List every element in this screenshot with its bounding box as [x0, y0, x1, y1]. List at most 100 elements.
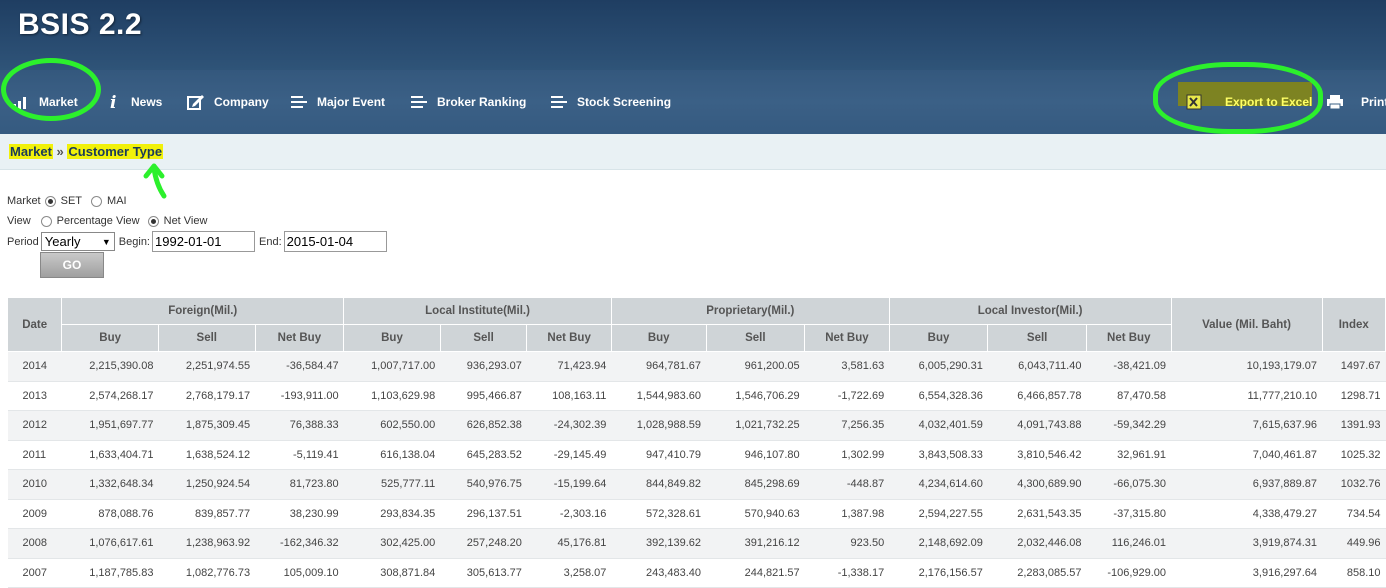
nav-news-label: News [131, 95, 163, 109]
foreign-sell-header[interactable]: Sell [157, 324, 256, 352]
table-cell: 839,857.77 [158, 499, 256, 529]
investor-sell-header[interactable]: Sell [987, 324, 1087, 352]
investor-buy-header[interactable]: Buy [888, 324, 989, 352]
index-header[interactable]: Index [1321, 297, 1386, 352]
table-cell: 244,821.57 [706, 558, 805, 588]
app-banner: BSIS 2.2 [0, 0, 1386, 70]
table-row[interactable]: 2012 1,951,697.77 1,875,309.45 76,388.33 602… [7, 410, 1386, 441]
end-date-input[interactable]: 2015-01-04 [283, 231, 387, 252]
customer-type-table: Date Foreign(Mil.) Local Institute(Mil.)… [6, 297, 1386, 588]
nav-broker-ranking-label: Broker Ranking [437, 95, 527, 109]
value-header[interactable]: Value (Mil. Baht) [1170, 297, 1323, 352]
nav-company-label: Company [214, 95, 269, 109]
table-row[interactable]: 2008 1,076,617.61 1,238,963.92 -162,346.32 3… [7, 528, 1386, 559]
table-cell: 2,251,974.55 [158, 351, 256, 382]
local-institute-group-header: Local Institute(Mil.) [343, 297, 612, 325]
nav-news[interactable]: i News [108, 70, 162, 134]
table-cell: 878,088.76 [61, 499, 159, 529]
table-cell: 1,187,785.83 [61, 558, 159, 588]
nav-major-event[interactable]: Major Event [290, 70, 385, 134]
table-cell: 257,248.20 [440, 528, 527, 559]
table-cell: 1,387.98 [804, 499, 890, 529]
table-cell: 392,139.62 [611, 528, 707, 559]
market-radio-set[interactable] [44, 195, 56, 207]
breadcrumb-bar [0, 134, 1386, 170]
table-cell: 1,007,717.00 [343, 351, 441, 382]
table-cell: 305,613.77 [440, 558, 527, 588]
table-cell: 3,258.07 [526, 558, 612, 588]
nav-broker-ranking[interactable]: Broker Ranking [410, 70, 526, 134]
investor-netbuy-header[interactable]: Net Buy [1085, 324, 1172, 352]
begin-date-input[interactable]: 1992-01-01 [152, 231, 255, 252]
table-cell: 2,148,692.09 [889, 528, 988, 559]
market-radio-mai[interactable] [91, 195, 103, 207]
date-cell: 2012 [7, 410, 62, 441]
date-cell: 2013 [7, 381, 62, 411]
table-cell: 3,581.63 [804, 351, 890, 382]
table-cell: 449.96 [1322, 528, 1386, 559]
table-cell: 6,937,889.87 [1171, 469, 1323, 500]
dropdown-arrow-icon: ▼ [101, 236, 111, 247]
proprietary-sell-header[interactable]: Sell [705, 324, 806, 352]
list-icon [411, 96, 427, 108]
table-cell: -2,303.16 [526, 499, 612, 529]
table-row[interactable]: 2013 2,574,268.17 2,768,179.17 -193,911.00 1… [7, 381, 1386, 411]
table-cell: 734.54 [1322, 499, 1386, 529]
table-body: 2014 2,215,390.08 2,251,974.55 -36,584.47 1,… [7, 351, 1386, 588]
table-cell: 540,976.75 [440, 469, 527, 500]
table-cell: 4,300,689.90 [987, 469, 1087, 500]
view-radio-percentage[interactable] [40, 215, 52, 227]
view-radio-net[interactable] [147, 215, 159, 227]
table-cell: 1,546,706.29 [706, 381, 805, 411]
view-option-net: Net View [163, 215, 208, 227]
table-cell: 2,768,179.17 [158, 381, 256, 411]
table-cell: 1,638,524.12 [158, 440, 256, 470]
table-cell: -24,302.39 [526, 410, 612, 441]
proprietary-buy-header[interactable]: Buy [610, 324, 707, 352]
table-cell: 1,103,629.98 [343, 381, 441, 411]
date-header[interactable]: Date [6, 297, 63, 352]
nav-company[interactable]: Company [187, 70, 269, 134]
market-option-mai: MAI [107, 195, 127, 207]
table-cell: 2,574,268.17 [61, 381, 159, 411]
nav-stock-screening-label: Stock Screening [577, 95, 672, 109]
foreign-buy-header[interactable]: Buy [61, 324, 159, 352]
proprietary-netbuy-header[interactable]: Net Buy [804, 324, 890, 352]
date-cell: 2007 [7, 558, 62, 588]
table-cell: 1,951,697.77 [61, 410, 159, 441]
table-cell: 947,410.79 [611, 440, 707, 470]
nav-major-event-label: Major Event [317, 95, 386, 109]
print-button[interactable]: Print [1326, 70, 1386, 134]
table-cell: 1025.32 [1322, 440, 1386, 470]
date-cell: 2009 [7, 499, 62, 529]
table-row[interactable]: 2007 1,187,785.83 1,082,776.73 105,009.10 30… [7, 558, 1386, 588]
market-row: Market SET MAI [7, 195, 127, 207]
nav-stock-screening[interactable]: Stock Screening [550, 70, 671, 134]
table-cell: 76,388.33 [255, 410, 344, 441]
table-cell: 4,234,614.60 [889, 469, 988, 500]
table-row[interactable]: 2009 878,088.76 839,857.77 38,230.99 293,834… [7, 499, 1386, 529]
table-cell: 572,328.61 [611, 499, 707, 529]
table-cell: 525,777.11 [343, 469, 441, 500]
foreign-group-header: Foreign(Mil.) [61, 297, 345, 325]
foreign-netbuy-header[interactable]: Net Buy [254, 324, 345, 352]
table-row[interactable]: 2014 2,215,390.08 2,251,974.55 -36,584.47 1,… [7, 351, 1386, 382]
table-cell: -193,911.00 [255, 381, 344, 411]
table-cell: 293,834.35 [343, 499, 441, 529]
table-row[interactable]: 2010 1,332,648.34 1,250,924.54 81,723.80 525… [7, 469, 1386, 500]
breadcrumb-root[interactable]: Market [9, 144, 53, 159]
institute-netbuy-header[interactable]: Net Buy [526, 324, 612, 352]
period-select[interactable]: Yearly ▼ [40, 232, 115, 251]
table-cell: 570,940.63 [706, 499, 805, 529]
export-excel-button[interactable]: Export to Excel [1186, 70, 1312, 134]
breadcrumb: Market » Customer Type [9, 144, 164, 159]
table-cell: 2,176,156.57 [889, 558, 988, 588]
nav-market[interactable]: Market [12, 70, 78, 134]
table-row[interactable]: 2011 1,633,404.71 1,638,524.12 -5,119.41 616… [7, 440, 1386, 470]
market-label: Market [7, 195, 41, 207]
excel-icon [1186, 94, 1202, 110]
institute-sell-header[interactable]: Sell [439, 324, 528, 352]
institute-buy-header[interactable]: Buy [343, 324, 441, 352]
go-button[interactable]: GO [40, 252, 104, 278]
period-select-value: Yearly [44, 234, 81, 249]
